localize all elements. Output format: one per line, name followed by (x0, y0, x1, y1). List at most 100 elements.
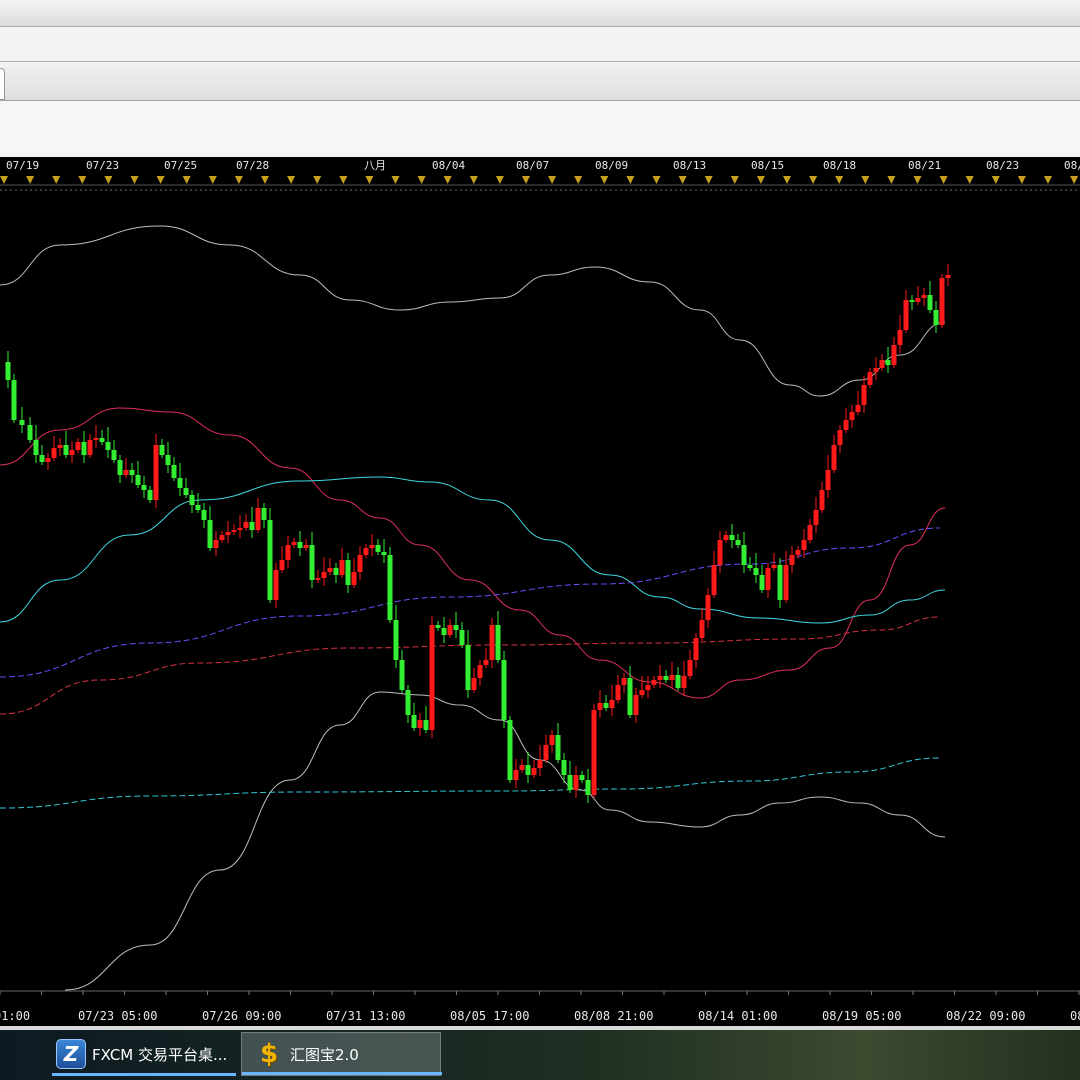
candle-body (771, 565, 777, 568)
candle-body (267, 520, 273, 600)
candle-body (99, 438, 105, 442)
candle-body (909, 300, 915, 302)
tool-panel (0, 101, 1080, 157)
candle-body (753, 568, 759, 575)
candle-body (5, 362, 11, 380)
candle-body (429, 625, 435, 730)
candle-body (75, 442, 81, 450)
top-axis-label: 08/07 (516, 159, 549, 172)
candle-body (285, 545, 291, 560)
active-indicator (242, 1072, 442, 1075)
top-axis-label: 08/21 (908, 159, 941, 172)
candle-body (177, 478, 183, 488)
candle-body (399, 660, 405, 690)
taskbar-item-fxcm[interactable]: Z FXCM 交易平台桌... (52, 1032, 236, 1076)
top-axis-label: 08/ (1064, 159, 1080, 172)
candle-body (39, 455, 45, 462)
candle (591, 704, 597, 798)
candle-body (279, 560, 285, 570)
candle-body (717, 540, 723, 565)
candle-body (225, 532, 231, 535)
candle (501, 651, 507, 728)
candle-body (807, 525, 813, 540)
candle-body (483, 660, 489, 665)
candle-body (357, 555, 363, 572)
candle-body (915, 298, 921, 302)
candle-body (789, 555, 795, 565)
candle-body (489, 625, 495, 660)
candle-body (219, 535, 225, 540)
bottom-axis-label: 08/22 09:00 (946, 1009, 1025, 1023)
candle-body (111, 450, 117, 460)
candle-body (597, 703, 603, 710)
candle-body (549, 735, 555, 745)
candle-body (639, 690, 645, 695)
chart-area[interactable]: 07/19 07/23 07/25 07/28 八月 08/04 08/07 08/09 08/… (0, 157, 1080, 1030)
candle-body (861, 385, 867, 405)
candle-body (891, 345, 897, 365)
candle-body (627, 678, 633, 715)
candle-body (441, 628, 447, 635)
dollar-icon: $ (259, 1039, 279, 1069)
candle-body (303, 545, 309, 548)
candle-body (939, 278, 945, 325)
candle-body (81, 442, 87, 455)
taskbar-item-huitubao[interactable]: $ 汇图宝2.0 (241, 1032, 442, 1076)
candle-body (867, 372, 873, 385)
candle-body (567, 775, 573, 790)
address-bar (0, 27, 1080, 62)
candle-body (189, 495, 195, 505)
candle-body (183, 488, 189, 495)
candle-body (879, 360, 885, 368)
bottom-axis-label: 01:00 (0, 1009, 30, 1023)
candle-body (417, 720, 423, 728)
candle-body (27, 425, 33, 440)
candle-body (519, 765, 525, 770)
top-toolbar (0, 0, 1080, 27)
candle-body (945, 275, 951, 278)
candle-body (579, 775, 585, 780)
candle-body (339, 560, 345, 575)
candle-body (819, 490, 825, 510)
candle-body (561, 760, 567, 775)
candle-body (921, 295, 927, 298)
candle-body (11, 380, 17, 420)
candle-body (165, 455, 171, 465)
candle-body (195, 505, 201, 510)
candle-body (855, 405, 861, 412)
candle-body (711, 565, 717, 595)
candle (153, 434, 159, 508)
candle-body (69, 450, 75, 455)
candle-body (387, 555, 393, 620)
candle-body (363, 548, 369, 555)
bottom-axis-label: 07/26 09:00 (202, 1009, 281, 1023)
candle-body (453, 625, 459, 630)
candle-body (507, 720, 513, 780)
candle-body (459, 630, 465, 645)
candle-body (885, 360, 891, 365)
candle-body (33, 440, 39, 455)
candle-body (531, 768, 537, 775)
taskbar-item-label: FXCM 交易平台桌... (92, 1045, 228, 1064)
candle-body (243, 522, 249, 528)
candle-body (345, 560, 351, 585)
candle-body (831, 445, 837, 470)
candle-body (63, 445, 69, 455)
candle-body (759, 575, 765, 590)
candle-body (747, 565, 753, 568)
candle-body (783, 565, 789, 600)
chart-tab[interactable] (0, 68, 5, 100)
candle-body (669, 675, 675, 680)
bottom-axis-label: 07/23 05:00 (78, 1009, 157, 1023)
candle-body (543, 745, 549, 760)
candle-body (447, 625, 453, 635)
candle-body (261, 508, 267, 520)
candle-body (231, 530, 237, 532)
price-chart[interactable]: 07/19 07/23 07/25 07/28 八月 08/04 08/07 08/09 08/… (0, 157, 1080, 1030)
candle-body (825, 470, 831, 490)
candle-body (537, 760, 543, 768)
candle-body (555, 735, 561, 760)
taskbar-item-label: 汇图宝2.0 (290, 1045, 359, 1064)
candle-body (315, 578, 321, 580)
candle-body (411, 715, 417, 728)
